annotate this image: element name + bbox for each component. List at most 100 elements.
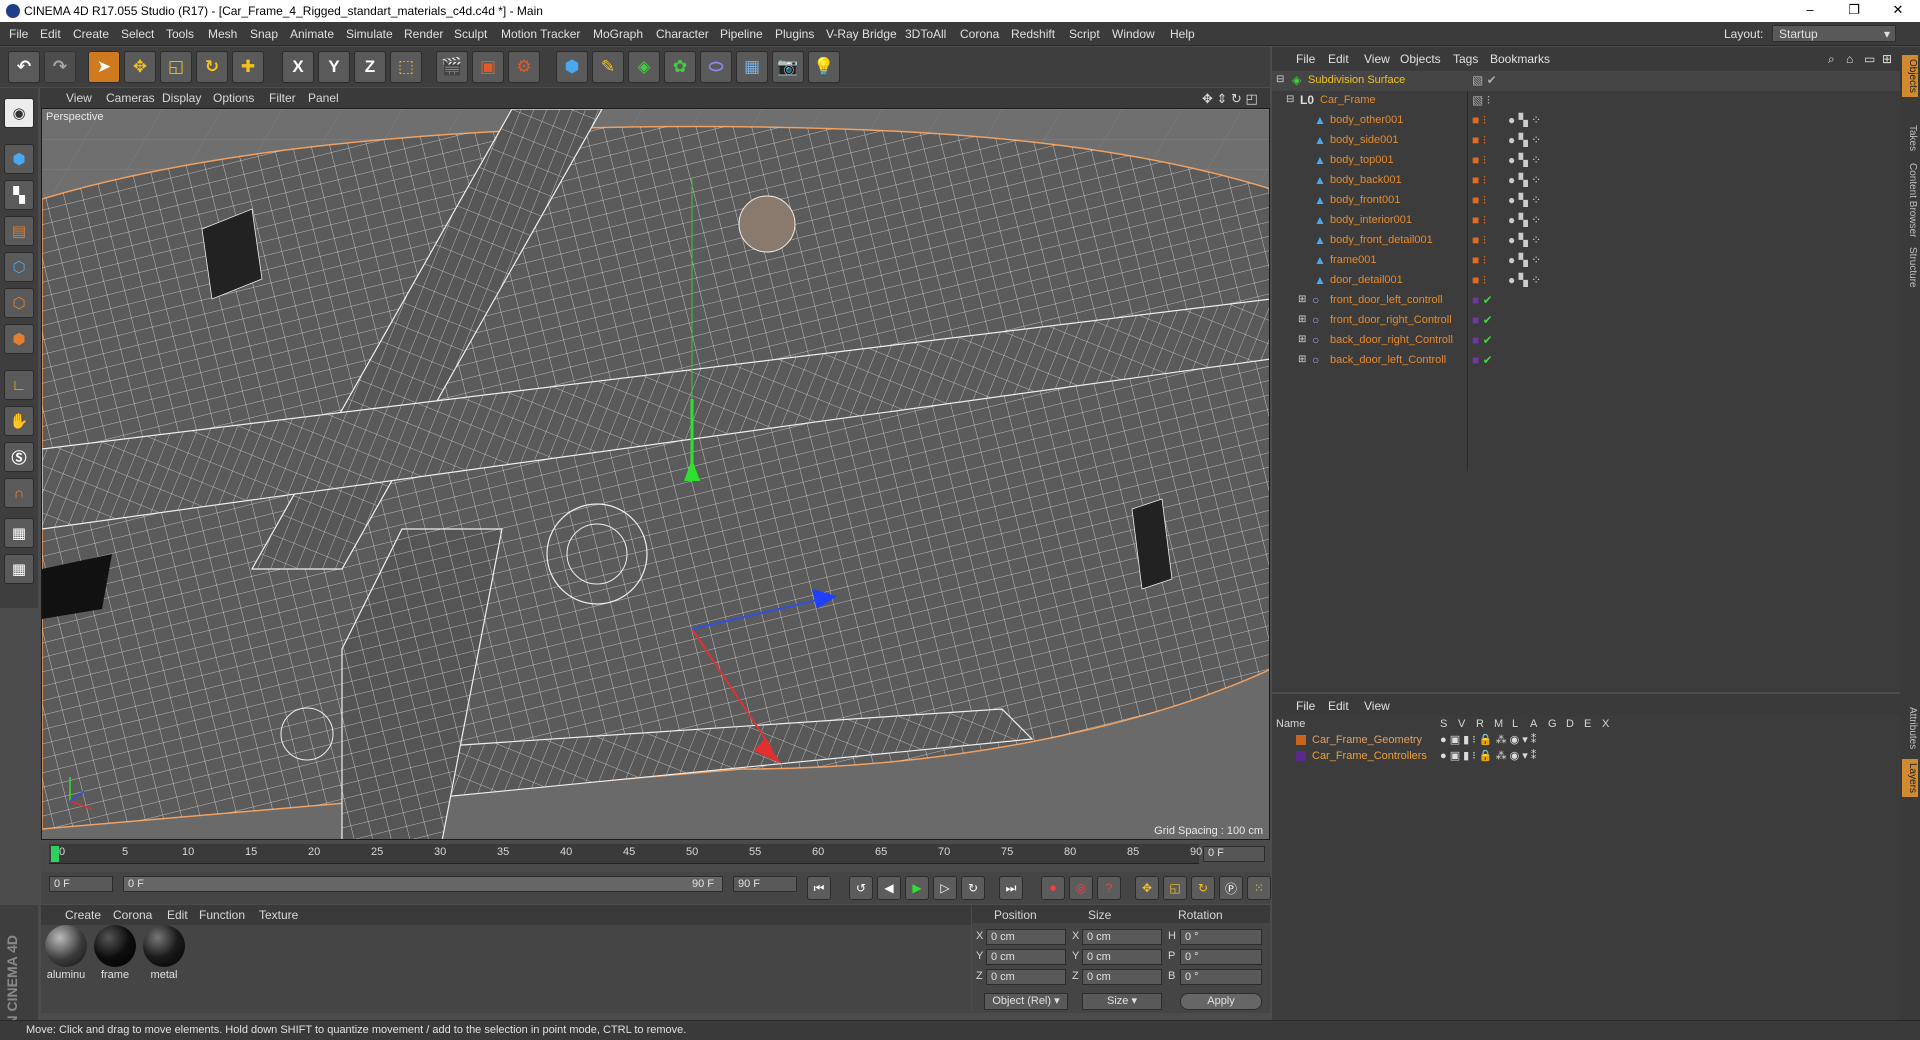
menu-mograph[interactable]: MoGraph	[593, 27, 643, 41]
material-metal[interactable]: metal	[141, 925, 187, 983]
magnet-button[interactable]: ∩	[4, 478, 34, 508]
menu-pipeline[interactable]: Pipeline	[720, 27, 763, 41]
viewport-menu-cameras[interactable]: Cameras	[106, 91, 155, 105]
menu-snap[interactable]: Snap	[250, 27, 278, 41]
layer-row[interactable]: Car_Frame_Controllers ● ▣ ▮ ⁝ 🔒 ⁂ ◉ ▾ ⁑	[1272, 750, 1900, 765]
y-axis-button[interactable]: Y	[318, 51, 350, 83]
collapse-icon[interactable]: ⊟	[1286, 94, 1294, 105]
array-button[interactable]: ✿	[664, 51, 696, 83]
coordinate-mode-select[interactable]: Object (Rel) ▾	[984, 993, 1068, 1010]
rotation-h-field[interactable]: 0 °	[1180, 929, 1262, 945]
object-menu-view[interactable]: View	[1364, 52, 1390, 66]
search-icon[interactable]: ⌕	[1828, 52, 1835, 67]
workplane-snap-button[interactable]: ▦	[4, 554, 34, 584]
menu-animate[interactable]: Animate	[290, 27, 334, 41]
side-tab-takes[interactable]: Takes	[1902, 125, 1918, 151]
next-frame-button[interactable]: ▷	[933, 876, 957, 900]
side-tab-layers[interactable]: Layers	[1902, 759, 1918, 798]
home-icon[interactable]: ⌂	[1846, 52, 1853, 66]
material-menu-edit[interactable]: Edit	[167, 908, 188, 922]
texture-mode-button[interactable]: ▚	[4, 180, 34, 210]
autokey-button[interactable]: ◎	[1069, 876, 1093, 900]
object-row[interactable]: ▲ body_front_detail001 ■ ⁝ ● ▚ ⁘	[1272, 231, 1900, 251]
menu-window[interactable]: Window	[1112, 27, 1155, 41]
new-view-icon[interactable]: ▭	[1864, 52, 1875, 66]
edges-mode-button[interactable]: ⬡	[4, 288, 34, 318]
make-editable-button[interactable]: ◉	[4, 98, 34, 128]
tweak-mode-button[interactable]: ✋	[4, 406, 34, 436]
select-tool-button[interactable]: ➤	[88, 51, 120, 83]
snap-button[interactable]: Ⓢ	[4, 442, 34, 472]
object-row[interactable]: ▲ body_front001 ■ ⁝ ● ▚ ⁘	[1272, 191, 1900, 211]
position-y-field[interactable]: 0 cm	[986, 949, 1066, 965]
object-menu-objects[interactable]: Objects	[1400, 52, 1441, 66]
material-menu-corona[interactable]: Corona	[113, 908, 152, 922]
expand-icon[interactable]: ⊞	[1298, 354, 1306, 365]
start-frame-field[interactable]: 0 F	[49, 876, 113, 892]
object-menu-file[interactable]: File	[1296, 52, 1315, 66]
render-picture-viewer-button[interactable]: ▣	[472, 51, 504, 83]
expand-icon[interactable]: ⊞	[1298, 294, 1306, 305]
material-menu-function[interactable]: Function	[199, 908, 245, 922]
menu-tools[interactable]: Tools	[166, 27, 194, 41]
workplane-mode-button[interactable]: ▤	[4, 216, 34, 246]
layer-menu-file[interactable]: File	[1296, 699, 1315, 713]
object-row[interactable]: ▲ frame001 ■ ⁝ ● ▚ ⁘	[1272, 251, 1900, 271]
3d-viewport[interactable]: Perspective Grid Spacing : 100 cm	[41, 108, 1270, 840]
menu-sculpt[interactable]: Sculpt	[454, 27, 487, 41]
menu-script[interactable]: Script	[1069, 27, 1100, 41]
key-parameter-button[interactable]: Ⓟ	[1219, 876, 1243, 900]
menu-motion-tracker[interactable]: Motion Tracker	[501, 27, 580, 41]
workplane-lock-button[interactable]: ▦	[4, 518, 34, 548]
object-menu-tags[interactable]: Tags	[1453, 52, 1478, 66]
keyframe-selection-button[interactable]: ?	[1097, 876, 1121, 900]
prev-key-button[interactable]: ↺	[849, 876, 873, 900]
menu-create[interactable]: Create	[73, 27, 109, 41]
size-y-field[interactable]: 0 cm	[1082, 949, 1162, 965]
deformer-button[interactable]: ⬭	[700, 51, 732, 83]
frame-range-slider[interactable]: 0 F 90 F	[123, 876, 723, 892]
side-tab-objects[interactable]: Objects	[1902, 55, 1918, 97]
layout-select[interactable]: Startup ▾	[1772, 25, 1896, 42]
key-position-button[interactable]: ✥	[1135, 876, 1159, 900]
material-aluminum[interactable]: aluminu	[43, 925, 89, 983]
menu-corona[interactable]: Corona	[960, 27, 999, 41]
move-tool-button[interactable]: ✥	[124, 51, 156, 83]
layer-menu-view[interactable]: View	[1364, 699, 1390, 713]
expand-icon[interactable]: ⊞	[1882, 52, 1892, 66]
play-button[interactable]: ▶	[905, 876, 929, 900]
key-rotation-button[interactable]: ↻	[1191, 876, 1215, 900]
layer-color-swatch[interactable]	[1296, 751, 1306, 761]
goto-start-button[interactable]: ⏮	[807, 876, 831, 900]
undo-button[interactable]: ↶	[8, 51, 40, 83]
points-mode-button[interactable]: ⬡	[4, 252, 34, 282]
current-frame-field[interactable]: 0 F	[1203, 846, 1265, 862]
menu-simulate[interactable]: Simulate	[346, 27, 393, 41]
size-mode-select[interactable]: Size ▾	[1082, 993, 1162, 1010]
object-row[interactable]: ⊞ ○ front_door_left_controll ■ ✔	[1272, 291, 1900, 311]
layer-toggle-icons[interactable]: ● ▣ ▮ ⁝ 🔒 ⁂ ◉ ▾ ⁑	[1440, 733, 1536, 746]
menu-mesh[interactable]: Mesh	[208, 27, 237, 41]
material-menu-create[interactable]: Create	[65, 908, 101, 922]
object-row[interactable]: ▲ body_top001 ■ ⁝ ● ▚ ⁘	[1272, 151, 1900, 171]
object-row[interactable]: ▲ door_detail001 ■ ⁝ ● ▚ ⁘	[1272, 271, 1900, 291]
z-axis-button[interactable]: Z	[354, 51, 386, 83]
viewport-menu-view[interactable]: View	[66, 91, 92, 105]
material-frame[interactable]: frame	[92, 925, 138, 983]
object-row[interactable]: ▲ body_other001 ■ ⁝ ● ▚ ⁘	[1272, 111, 1900, 131]
side-tab-content-browser[interactable]: Content Browser	[1902, 163, 1918, 237]
viewport-menu-display[interactable]: Display	[162, 91, 201, 105]
camera-button[interactable]: 📷	[772, 51, 804, 83]
layer-menu-edit[interactable]: Edit	[1328, 699, 1349, 713]
prev-frame-button[interactable]: ◀	[877, 876, 901, 900]
x-axis-button[interactable]: X	[282, 51, 314, 83]
goto-end-button[interactable]: ⏭	[999, 876, 1023, 900]
side-tab-structure[interactable]: Structure	[1902, 247, 1918, 288]
rotation-p-field[interactable]: 0 °	[1180, 949, 1262, 965]
object-row[interactable]: ⊟ L0 Car_Frame ▧ ⁝	[1272, 91, 1900, 111]
rotate-tool-button[interactable]: ↻	[196, 51, 228, 83]
layer-row[interactable]: Car_Frame_Geometry ● ▣ ▮ ⁝ 🔒 ⁂ ◉ ▾ ⁑	[1272, 734, 1900, 749]
menu-render[interactable]: Render	[404, 27, 443, 41]
menu-file[interactable]: File	[9, 27, 28, 41]
pen-tool-button[interactable]: ✎	[592, 51, 624, 83]
